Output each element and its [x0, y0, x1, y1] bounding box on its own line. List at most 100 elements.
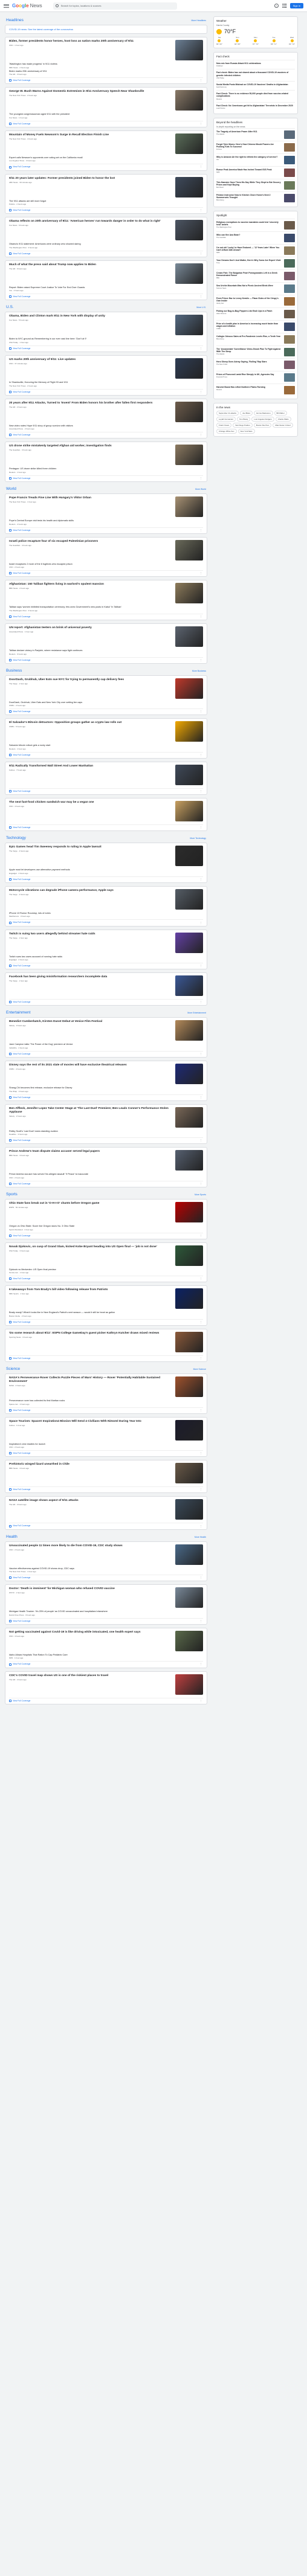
related-headline[interactable]: Prince Andrew accuser has served 'his al… — [9, 1173, 203, 1176]
story-actions-icon[interactable]: ⋮ — [200, 1321, 203, 1323]
story-headline[interactable]: US marks 20th anniversary of 9/11: Live … — [9, 358, 172, 362]
side-story-thumbnail[interactable] — [284, 130, 295, 139]
story-headline[interactable]: 'Do some research about 9/11': ESPN Coll… — [9, 1332, 172, 1335]
topic-chip[interactable]: San Diego Padres — [233, 422, 253, 428]
story-actions-icon[interactable]: ⋮ — [200, 391, 203, 393]
side-story[interactable]: Social Media Posts Mislead on COVID-19 V… — [216, 80, 295, 90]
side-story-thumbnail[interactable] — [284, 143, 295, 152]
side-story-thumbnail[interactable] — [284, 322, 295, 331]
side-story-headline[interactable]: Sea Urchin Mountain Was Not a Picnic Anc… — [216, 284, 282, 287]
related-headline[interactable]: Pentagon: US drone strike killed three c… — [9, 467, 203, 471]
story-actions-icon[interactable]: ⋮ — [200, 1488, 203, 1491]
covid-banner-link[interactable]: COVID-19 news: See the latest coverage o… — [9, 28, 203, 31]
related-headline[interactable]: Michigan Health Tracker: 'It's 25% of pe… — [9, 1610, 203, 1613]
story-actions-icon[interactable]: ⋮ — [200, 1525, 203, 1527]
story-thumbnail[interactable] — [175, 932, 203, 953]
side-story[interactable]: Religious exemptions to vaccine mandates… — [216, 218, 295, 231]
related-headline[interactable]: Taliban declare victory in Panjshir, whe… — [9, 649, 203, 652]
related-headline[interactable]: Report: Biden raised Supreme Court Justi… — [9, 286, 203, 289]
story-thumbnail[interactable] — [175, 445, 203, 466]
story-actions-icon[interactable]: ⋮ — [200, 878, 203, 881]
more-section-link[interactable]: More Health — [195, 1536, 206, 1538]
topic-chip[interactable]: Boston Red Sox — [253, 422, 272, 428]
related-headline[interactable]: Vaccine effectiveness against COVID-19 s… — [9, 1567, 203, 1570]
side-story[interactable]: Who can flee Ana Bean? The Guardian — [216, 231, 295, 244]
story-actions-icon[interactable]: ⋮ — [200, 1576, 203, 1579]
side-story[interactable]: Sea Urchin Mountain Was Not a Picnic Anc… — [216, 281, 295, 295]
side-story[interactable]: Your Dreams Don't Just Matter, Here's Wh… — [216, 256, 295, 269]
related-headline[interactable]: Twitch sues two users accused of running… — [9, 956, 203, 959]
side-story-thumbnail[interactable] — [284, 233, 295, 242]
full-coverage-button[interactable]: View Full Coverage — [9, 1620, 30, 1622]
story-actions-icon[interactable]: ⋮ — [200, 79, 203, 82]
side-story-headline[interactable]: Rumor Peak America Made Has Inched Towar… — [216, 169, 282, 171]
side-story-headline[interactable]: Prices of Pizza and Lamb Rise Steeply in… — [216, 373, 282, 376]
story-thumbnail[interactable] — [175, 1288, 203, 1309]
story-actions-icon[interactable]: ⋮ — [200, 1053, 203, 1055]
story-headline[interactable]: Twitch is suing two users allegedly behi… — [9, 933, 172, 936]
story-thumbnail[interactable] — [175, 539, 203, 560]
full-coverage-button[interactable]: View Full Coverage — [9, 1452, 30, 1455]
full-coverage-button[interactable]: View Full Coverage — [9, 710, 30, 713]
story-thumbnail[interactable] — [175, 626, 203, 647]
full-coverage-button[interactable]: View Full Coverage — [9, 1235, 30, 1237]
full-coverage-button[interactable]: View Full Coverage — [9, 434, 30, 437]
topic-chip[interactable]: Emma Raducanu — [254, 410, 273, 416]
side-story-thumbnail[interactable] — [284, 347, 295, 356]
story-headline[interactable]: 9/11 20 years later updates: Former pres… — [9, 177, 172, 181]
story-headline[interactable]: Ohio State fans break out in 'O-H-I-O' c… — [9, 1202, 172, 1206]
full-coverage-button[interactable]: View Full Coverage — [9, 252, 30, 255]
side-story[interactable]: New mix from Russia Attack 9/11 celebrat… — [216, 60, 295, 69]
story-headline[interactable]: Ben Affleck, Jennifer Lopez Take Center … — [9, 1107, 172, 1114]
story-headline[interactable]: NASA satellite image shows aspect of 9/1… — [9, 1499, 172, 1503]
topic-chip[interactable]: September 11 attacks — [216, 410, 239, 416]
story-thumbnail[interactable] — [175, 801, 203, 822]
story-actions-icon[interactable]: ⋮ — [200, 1096, 203, 1099]
story-actions-icon[interactable]: ⋮ — [200, 615, 203, 618]
story-thumbnail[interactable] — [175, 1419, 203, 1441]
side-story[interactable]: Price of a health plan in America is inc… — [216, 320, 295, 333]
story-thumbnail[interactable] — [175, 721, 203, 742]
related-headline[interactable]: Jane Campion talks 'The Power of the Dog… — [9, 1043, 203, 1046]
side-story-thumbnail[interactable] — [284, 297, 295, 306]
side-story-headline[interactable]: Who can flee Ana Bean? — [216, 234, 282, 236]
story-actions-icon[interactable]: ⋮ — [200, 1235, 203, 1237]
full-coverage-button[interactable]: View Full Coverage — [9, 295, 30, 298]
section-title[interactable]: Entertainment — [6, 1010, 30, 1015]
story-headline[interactable]: Benedict Cumberbatch, Kirsten Dunst Debu… — [9, 1020, 172, 1024]
side-story-headline[interactable]: Religious exemptions to vaccine mandates… — [216, 221, 282, 226]
related-headline[interactable]: Djokovic vs Medvedev: US Open final prev… — [9, 1268, 203, 1271]
side-story-thumbnail[interactable] — [284, 181, 295, 190]
full-coverage-button[interactable]: View Full Coverage — [9, 123, 30, 125]
related-headline[interactable]: Pope's Central Europe visit tests his he… — [9, 519, 203, 522]
story-thumbnail[interactable] — [175, 846, 203, 867]
side-story-headline[interactable]: The 'Assassinate' Surveillance Video-Sho… — [216, 348, 282, 353]
story-thumbnail[interactable] — [175, 1544, 203, 1565]
side-story[interactable]: Fact check: Biden has not shared about a… — [216, 69, 295, 81]
story-thumbnail[interactable] — [175, 1499, 203, 1520]
full-coverage-button[interactable]: View Full Coverage — [9, 1001, 30, 1004]
more-section-link[interactable]: More U.S. — [196, 306, 206, 309]
topic-chip[interactable]: Charlie Watts — [275, 416, 291, 422]
related-headline[interactable]: 'Washington has made progress' in 9/11 v… — [9, 63, 203, 66]
story-actions-icon[interactable]: ⋮ — [200, 1001, 203, 1003]
related-headline[interactable]: Obama's 9/11 statement: Americans were o… — [9, 243, 203, 246]
story-headline[interactable]: Doctor: 'Death is imminent' for Michigan… — [9, 1587, 172, 1591]
story-headline[interactable]: Disney says the rest of its 2021 slate o… — [9, 1064, 172, 1067]
story-headline[interactable]: The next fast-food chicken sandwich war … — [9, 801, 172, 805]
story-headline[interactable]: Motorcycle vibrations can degrade iPhone… — [9, 889, 172, 893]
story-thumbnail[interactable] — [175, 1245, 203, 1266]
story-thumbnail[interactable] — [175, 1201, 203, 1222]
story-thumbnail[interactable] — [175, 1587, 203, 1608]
related-headline[interactable]: Biden to NYC ground as Remembering in ou… — [9, 338, 203, 341]
topic-chip[interactable]: Manchester United — [273, 422, 293, 428]
full-coverage-button[interactable]: View Full Coverage — [9, 209, 30, 212]
side-story[interactable]: The 'Assassinate' Surveillance Video-Sho… — [216, 345, 295, 358]
topic-chip[interactable]: Tom Brady — [237, 416, 251, 422]
full-coverage-button[interactable]: View Full Coverage — [9, 1183, 30, 1185]
story-thumbnail[interactable] — [175, 765, 203, 786]
side-story-headline[interactable]: The Tragedy of American Power After 9/11 — [216, 130, 282, 133]
story-actions-icon[interactable]: ⋮ — [200, 252, 203, 255]
side-story-headline[interactable]: This Hamster Gave Them His Day While The… — [216, 181, 282, 187]
side-story-thumbnail[interactable] — [284, 335, 295, 344]
